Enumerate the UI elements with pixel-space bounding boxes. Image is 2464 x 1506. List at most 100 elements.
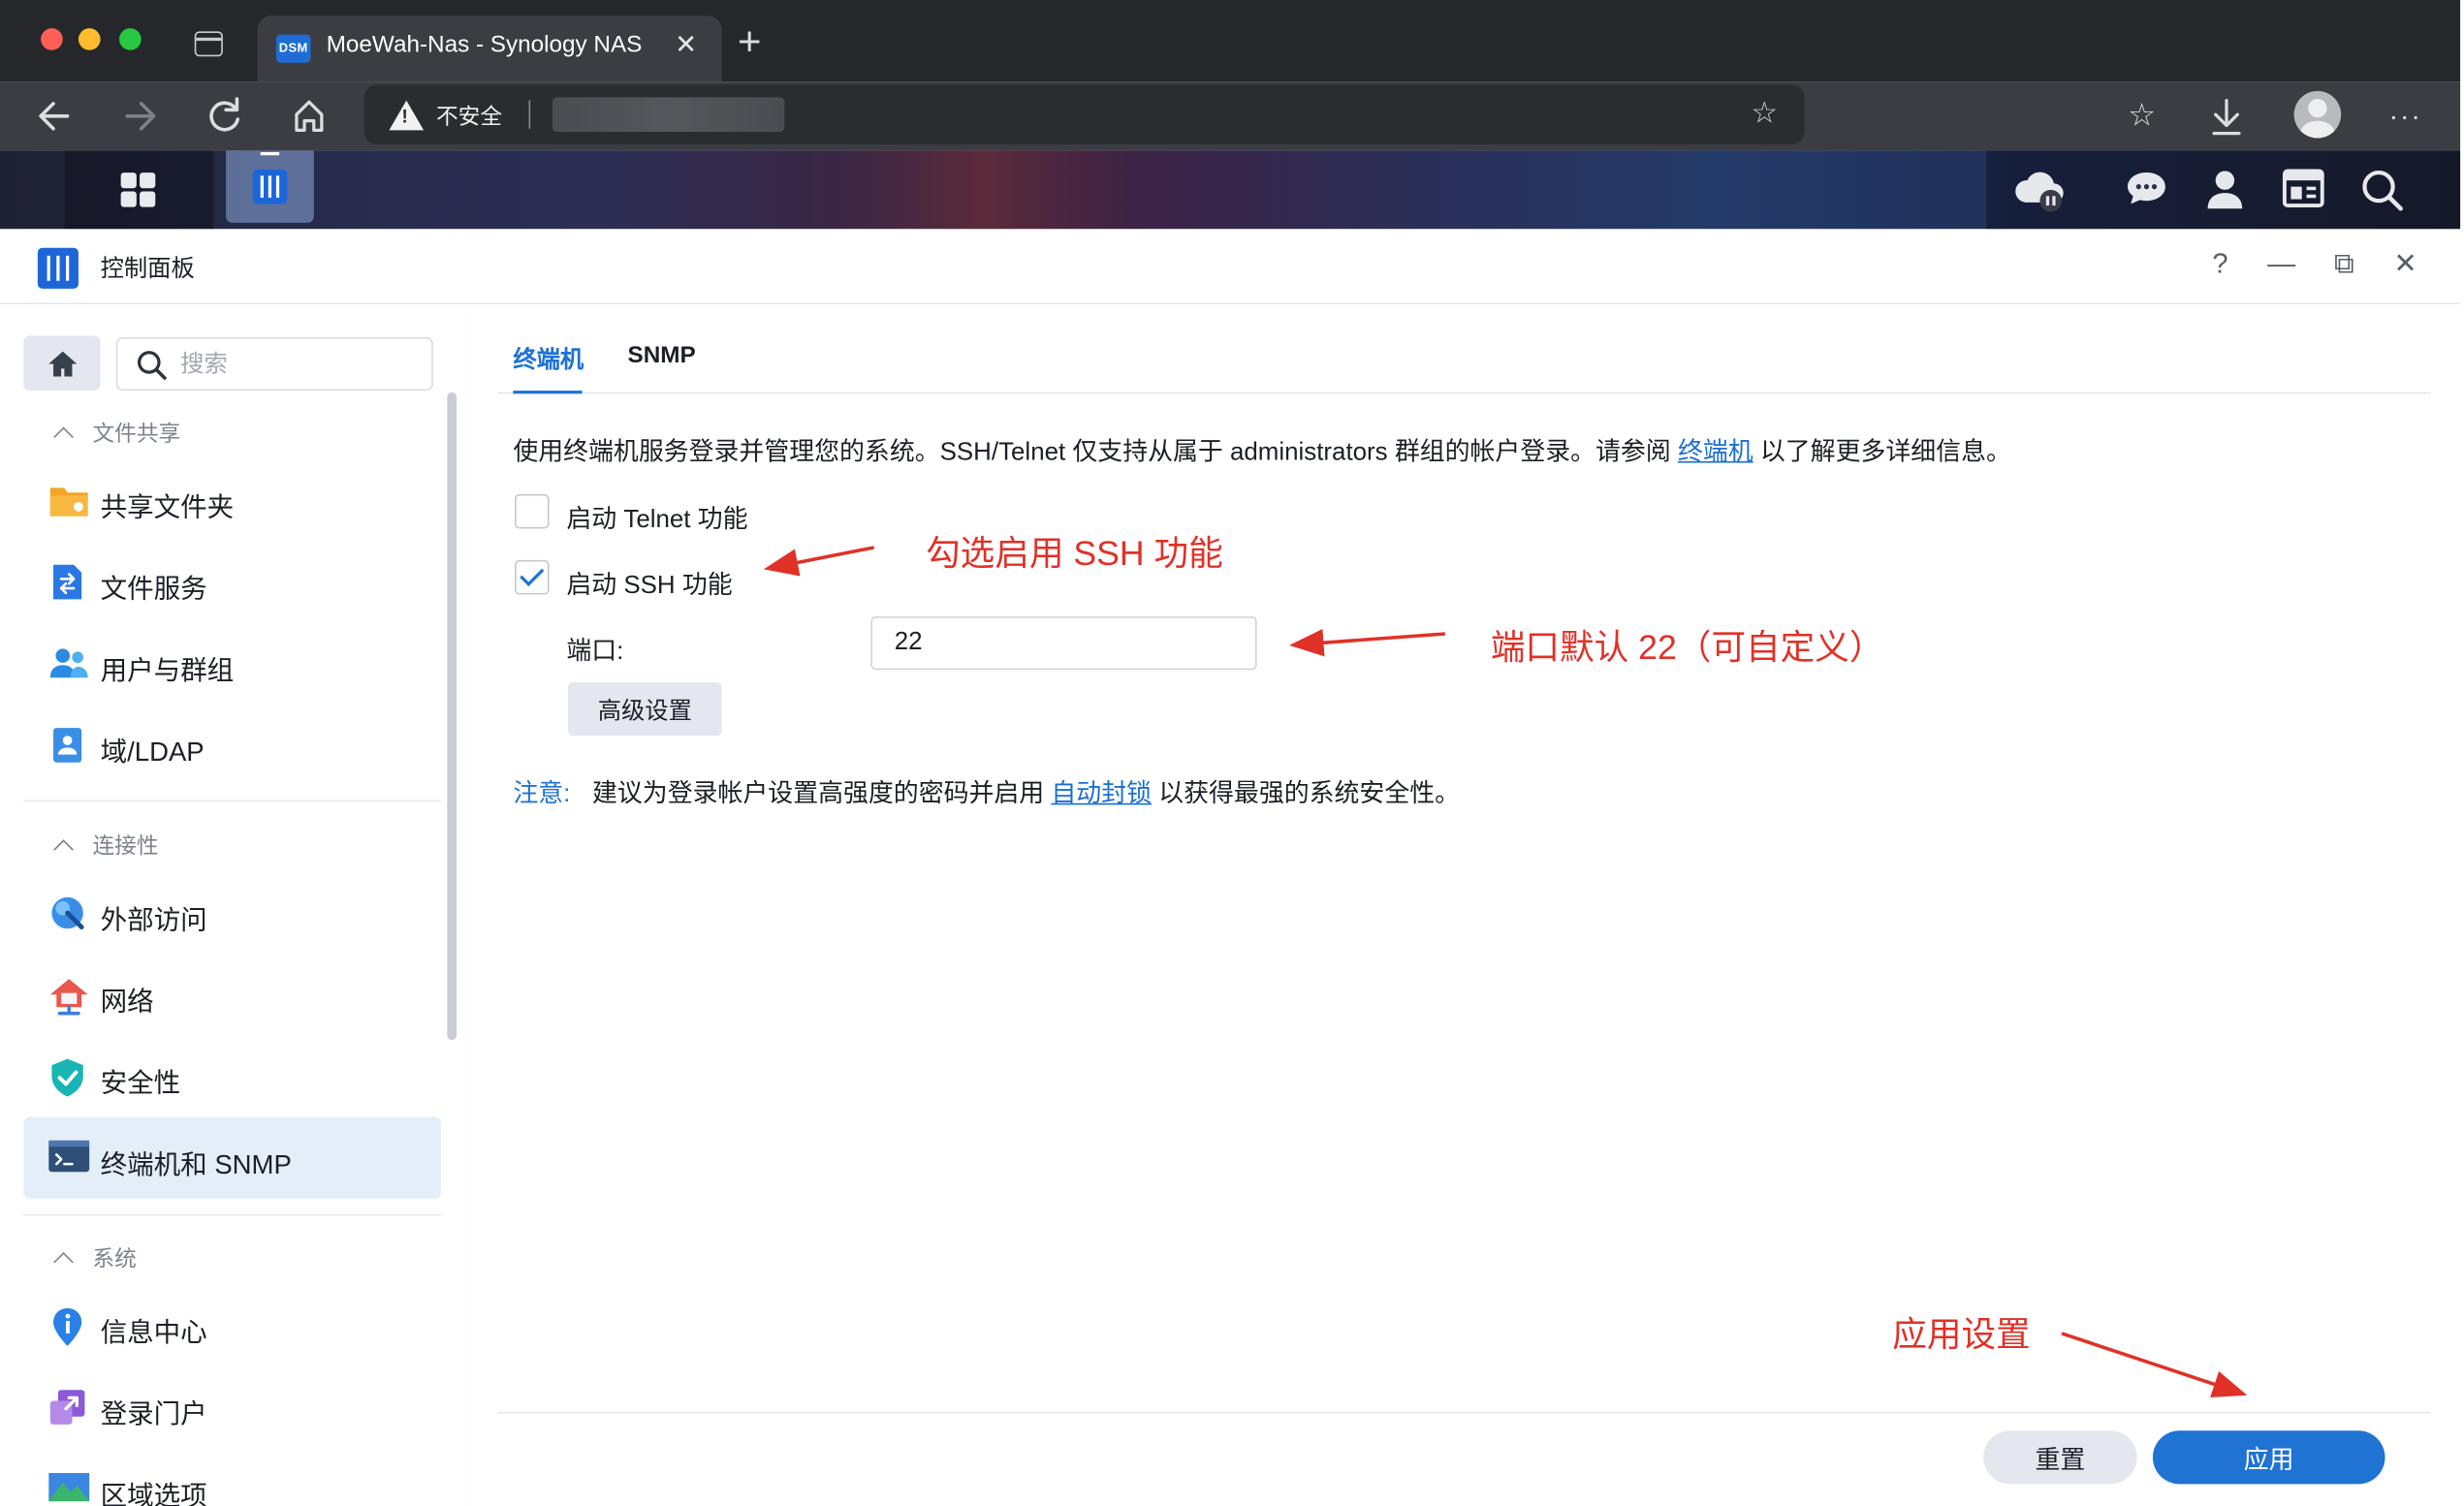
- more-icon[interactable]: ···: [2382, 81, 2429, 150]
- ssh-checkbox-label[interactable]: 启动 SSH 功能: [566, 563, 732, 601]
- favorites-icon[interactable]: ☆: [2118, 81, 2165, 150]
- screenshot-stage: DSM MoeWah-Nas - Synology NAS ✕ + 不安全 ☆: [0, 0, 2461, 1506]
- ssh-checkbox[interactable]: [514, 559, 550, 595]
- chevron-up-icon: [53, 839, 74, 860]
- annotation-ssh: 勾选启用 SSH 功能: [916, 522, 1233, 580]
- back-arrow-icon[interactable]: [31, 81, 79, 150]
- section-header-file-sharing[interactable]: 文件共享: [53, 418, 180, 449]
- control-panel-app-icon: [37, 247, 79, 289]
- help-icon[interactable]: ?: [2201, 248, 2239, 281]
- home-icon: [48, 351, 78, 377]
- active-tab-indicator: [513, 391, 583, 394]
- port-label: 端口:: [566, 638, 624, 666]
- sidebar-item-network[interactable]: 网络: [23, 954, 441, 1035]
- main-menu-button[interactable]: [62, 150, 215, 230]
- search-input[interactable]: [180, 345, 416, 383]
- window-zoom-dot[interactable]: [119, 28, 142, 50]
- address-url-redacted[interactable]: [552, 97, 785, 132]
- address-separator: [528, 100, 531, 129]
- tab-terminal[interactable]: 终端机: [513, 342, 584, 375]
- sidebar: 文件共享 共享文件夹 文件服务 用户与群组 域/LDAP: [0, 304, 468, 1506]
- annotation-apply: 应用设置: [1882, 1303, 2040, 1361]
- forward-arrow-icon[interactable]: [116, 81, 164, 150]
- tabs-divider: [497, 392, 2431, 394]
- terminal-help-link[interactable]: 终端机: [1678, 439, 1753, 466]
- download-icon[interactable]: [2203, 81, 2251, 150]
- auto-block-link[interactable]: 自动封锁: [1051, 781, 1152, 808]
- close-icon[interactable]: ✕: [2386, 248, 2424, 281]
- sidebar-divider: [23, 1213, 441, 1216]
- new-tab-plus-icon[interactable]: +: [738, 20, 762, 61]
- section-header-system[interactable]: 系统: [53, 1242, 137, 1273]
- reload-icon[interactable]: [201, 81, 248, 150]
- window-title: 控制面板: [100, 255, 195, 283]
- dsm-tray: [1986, 150, 2461, 230]
- file-services-icon: [48, 563, 86, 601]
- sidebar-item-domain-ldap[interactable]: 域/LDAP: [23, 705, 441, 786]
- chevron-up-icon: [53, 1251, 74, 1272]
- main-menu-grid-icon: [120, 173, 156, 207]
- apply-button[interactable]: 应用: [2152, 1430, 2385, 1485]
- warning-triangle-icon[interactable]: [389, 100, 425, 131]
- chevron-up-icon: [53, 426, 74, 448]
- browser-tab-title: MoeWah-Nas - Synology NAS: [326, 31, 643, 58]
- reset-button[interactable]: 重置: [1983, 1430, 2137, 1485]
- tab-close-icon[interactable]: ✕: [675, 30, 697, 61]
- taskbar-control-panel-button[interactable]: [226, 150, 314, 223]
- browser-nav-bar: 不安全 ☆ ☆ ···: [0, 81, 2461, 212]
- sidebar-search[interactable]: [115, 337, 433, 392]
- sidebar-item-login-portal[interactable]: 登录门户: [23, 1366, 441, 1448]
- section-header-connectivity[interactable]: 连接性: [53, 830, 158, 861]
- advanced-settings-button[interactable]: 高级设置: [567, 682, 722, 737]
- main-content: 终端机 SNMP 使用终端机服务登录并管理您的系统。SSH/Telnet 仅支持…: [465, 304, 2461, 1506]
- control-panel-icon: [252, 169, 288, 204]
- external-access-icon: [48, 894, 86, 932]
- user-icon[interactable]: [2194, 150, 2257, 229]
- sidebar-item-terminal-snmp[interactable]: 终端机和 SNMP: [23, 1116, 441, 1199]
- browser-tab-active[interactable]: DSM MoeWah-Nas - Synology NAS ✕: [257, 16, 722, 82]
- users-groups-icon: [48, 644, 88, 682]
- login-portal-icon: [48, 1389, 86, 1427]
- home-icon[interactable]: [286, 81, 333, 150]
- tab-sidebar-icon[interactable]: [194, 31, 223, 57]
- home-button[interactable]: [23, 335, 101, 392]
- sidebar-item-regional-options[interactable]: 区域选项: [23, 1448, 441, 1506]
- security-shield-icon: [48, 1057, 86, 1097]
- browser-tab-bar: DSM MoeWah-Nas - Synology NAS ✕ +: [0, 0, 2461, 82]
- domain-ldap-icon: [48, 726, 86, 764]
- add-favorite-icon[interactable]: ☆: [1752, 96, 1779, 132]
- widgets-icon[interactable]: [2272, 150, 2335, 229]
- address-bar[interactable]: 不安全 ☆: [363, 84, 1805, 144]
- dsm-favicon-icon: DSM: [275, 34, 311, 63]
- shared-folder-icon: [48, 482, 88, 519]
- window-minimize-dot[interactable]: [78, 28, 101, 50]
- security-note: 注意: 建议为登录帐户设置高强度的密码并启用 自动封锁 以获得最强的系统安全性。: [513, 781, 1461, 808]
- footer-divider: [497, 1411, 2431, 1414]
- sidebar-item-shared-folder[interactable]: 共享文件夹: [23, 459, 441, 541]
- minimize-icon[interactable]: —: [2262, 248, 2300, 281]
- profile-avatar-icon[interactable]: [2293, 90, 2342, 139]
- ssh-port-input[interactable]: [870, 616, 1257, 671]
- regional-options-icon: [48, 1470, 90, 1506]
- address-security-label[interactable]: 不安全: [436, 101, 502, 132]
- sidebar-item-external-access[interactable]: 外部访问: [23, 872, 441, 954]
- dsm-taskbar: [0, 150, 2461, 230]
- chat-icon[interactable]: [2115, 150, 2178, 229]
- sidebar-item-info-center[interactable]: 信息中心: [23, 1285, 441, 1366]
- tab-snmp[interactable]: SNMP: [628, 342, 696, 369]
- telnet-checkbox[interactable]: [514, 493, 550, 529]
- sidebar-item-security[interactable]: 安全性: [23, 1035, 441, 1116]
- terminal-icon: [48, 1139, 90, 1177]
- sidebar-divider: [23, 800, 441, 802]
- telnet-checkbox-label[interactable]: 启动 Telnet 功能: [566, 497, 747, 535]
- terminal-description: 使用终端机服务登录并管理您的系统。SSH/Telnet 仅支持从属于 admin…: [513, 439, 2011, 466]
- search-icon: [137, 351, 167, 380]
- cloud-sync-paused-icon[interactable]: [2008, 150, 2071, 229]
- sidebar-item-users-groups[interactable]: 用户与群组: [23, 623, 441, 705]
- network-icon: [48, 976, 88, 1016]
- sidebar-item-file-services[interactable]: 文件服务: [23, 541, 441, 622]
- restore-icon[interactable]: ⧉: [2325, 248, 2363, 281]
- window-close-dot[interactable]: [41, 28, 63, 50]
- sidebar-scrollbar[interactable]: [447, 392, 458, 1041]
- search-icon[interactable]: [2351, 150, 2414, 229]
